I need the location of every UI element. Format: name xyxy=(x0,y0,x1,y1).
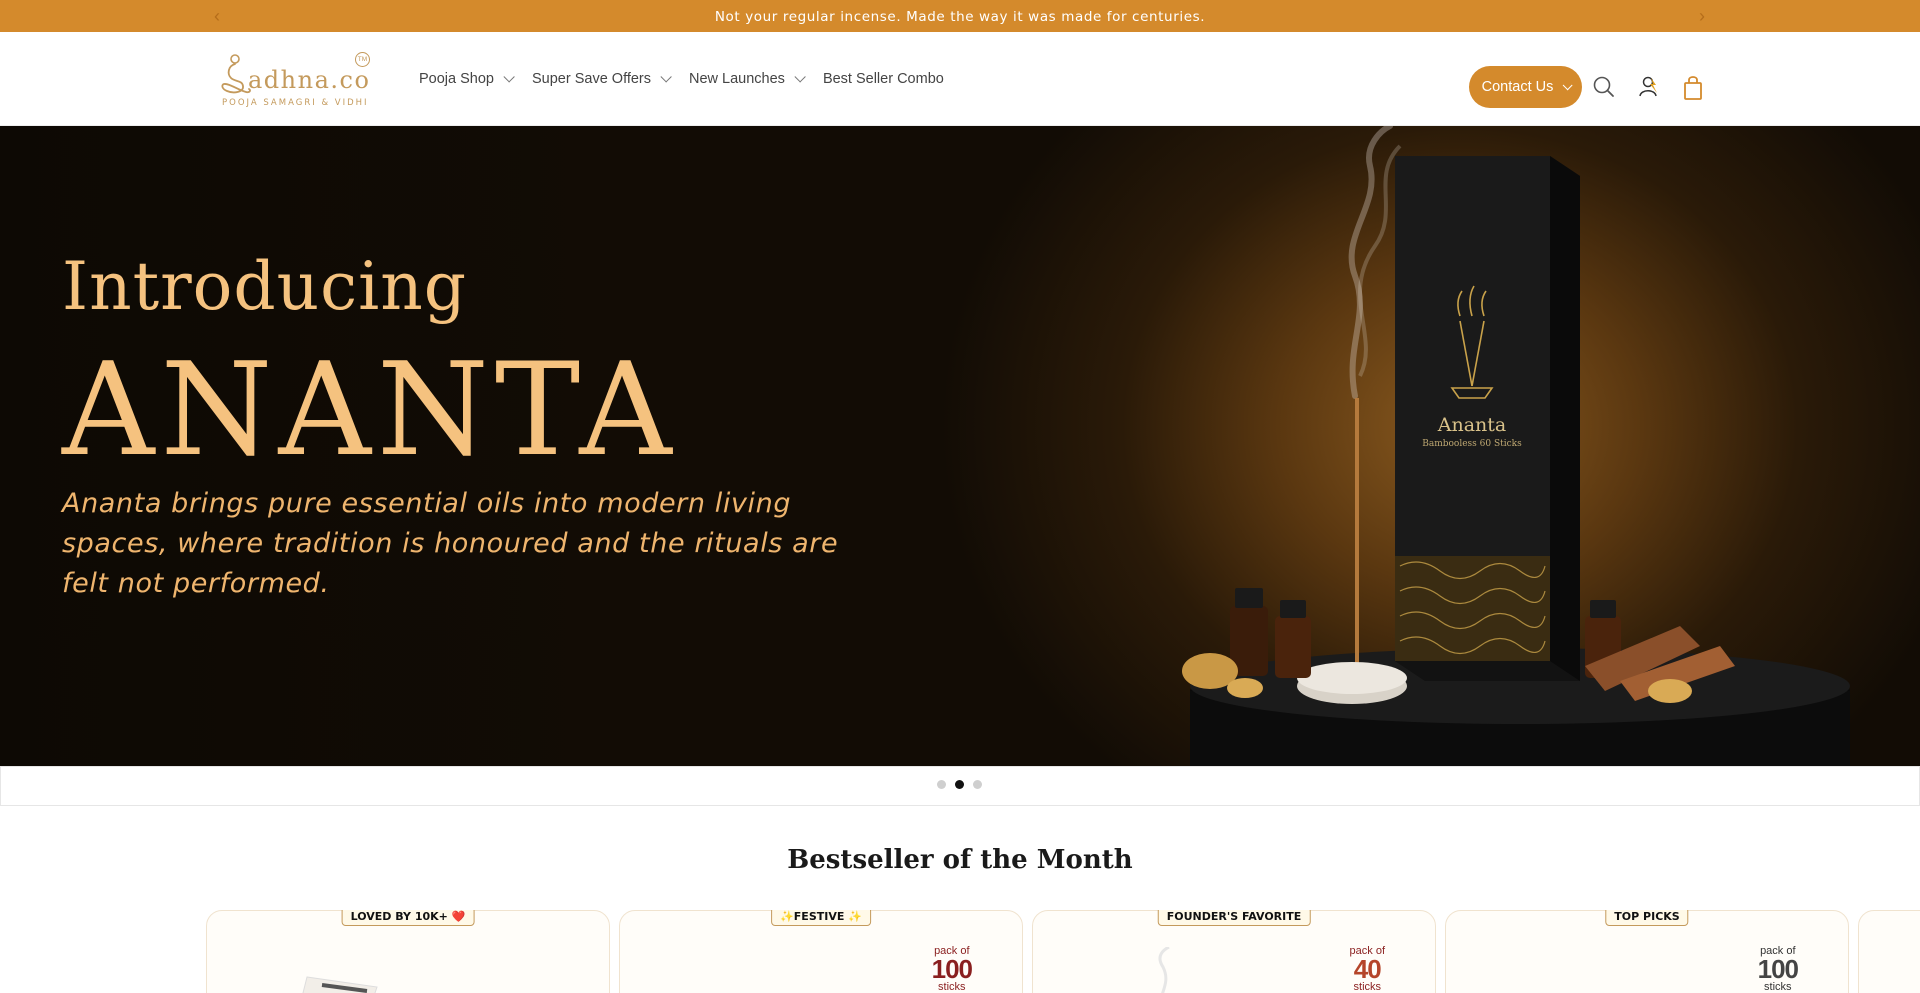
site-header: adhna.co TM POOJA SAMAGRI & VIDHI Pooja … xyxy=(0,32,1920,126)
pack-unit: sticks xyxy=(1764,981,1792,993)
announcement-next-arrow-icon[interactable]: › xyxy=(1692,6,1712,26)
cart-icon[interactable] xyxy=(1678,72,1708,102)
hero-intro: Introducing xyxy=(62,248,467,325)
product-image xyxy=(1158,947,1170,993)
product-badge: ✨FESTIVE ✨ xyxy=(771,910,871,926)
logo-trademark: TM xyxy=(355,52,370,67)
logo[interactable]: adhna.co TM POOJA SAMAGRI & VIDHI xyxy=(218,52,374,116)
search-icon[interactable] xyxy=(1589,72,1619,102)
pack-count: 100 xyxy=(1757,954,1799,984)
nav-item-label: Best Seller Combo xyxy=(822,71,944,87)
product-card[interactable]: LOVED BY 10K+ ❤️ S xyxy=(206,910,610,993)
nav-item-pooja-shop[interactable]: Pooja Shop xyxy=(419,71,515,87)
slider-pagination xyxy=(0,766,1920,806)
product-box-name: Ananta xyxy=(1437,414,1507,436)
nav-item-label: Pooja Shop xyxy=(419,71,494,87)
contact-us-label: Contact Us xyxy=(1481,79,1554,95)
pack-size: pack of 100 sticks xyxy=(931,945,973,993)
pack-count: 40 xyxy=(1353,954,1382,984)
hero-banner[interactable]: Ananta Bambooless 60 Sticks Introducing … xyxy=(0,126,1920,766)
hero-description: Ananta brings pure essential oils into m… xyxy=(62,488,839,599)
slider-dot-1[interactable] xyxy=(937,780,946,789)
nav-item-new-launches[interactable]: New Launches xyxy=(689,71,806,87)
slider-dot-3[interactable] xyxy=(973,780,982,789)
hero-title: ANANTA xyxy=(62,336,678,485)
pack-size: pack of 100 sticks xyxy=(1757,945,1799,993)
announcement-text: Not your regular incense. Made the way i… xyxy=(714,9,1206,25)
product-card[interactable]: TOP PICKS pack of 100 sticks xyxy=(1445,910,1849,993)
announcement-prev-arrow-icon[interactable]: ‹ xyxy=(207,6,227,26)
logo-tagline: POOJA SAMAGRI & VIDHI xyxy=(222,98,369,108)
slider-dots xyxy=(937,780,991,789)
section-title-bestsellers: Bestseller of the Month xyxy=(787,845,1133,875)
chevron-down-icon xyxy=(794,71,806,83)
product-card[interactable]: FOUNDER'S FAVORITE pack of 40 sticks xyxy=(1032,910,1436,993)
nav-item-super-save-offers[interactable]: Super Save Offers xyxy=(531,71,672,87)
chevron-down-icon xyxy=(1563,79,1573,90)
product-card[interactable]: ✨FESTIVE ✨ pack of 100 sticks xyxy=(619,910,1023,993)
nav-item-label: Super Save Offers xyxy=(531,71,652,87)
contact-us-button[interactable]: Contact Us xyxy=(1469,66,1582,108)
nav-item-best-seller-combo[interactable]: Best Seller Combo xyxy=(823,71,944,87)
pack-unit: sticks xyxy=(1353,981,1382,993)
product-box-subtitle: Bambooless 60 Sticks xyxy=(1422,439,1522,449)
chevron-down-icon xyxy=(660,71,672,83)
product-badge: FOUNDER'S FAVORITE xyxy=(1157,910,1311,926)
chevron-down-icon xyxy=(503,71,515,83)
pack-unit: sticks xyxy=(938,981,966,993)
account-icon[interactable] xyxy=(1634,72,1664,102)
product-badge: LOVED BY 10K+ ❤️ xyxy=(341,910,475,926)
hero-product-image: Ananta Bambooless 60 Sticks xyxy=(1182,126,1850,766)
logo-meditating-figure-icon xyxy=(221,54,251,94)
product-badge: TOP PICKS xyxy=(1605,910,1689,926)
bestseller-carousel: LOVED BY 10K+ ❤️ S ✨FESTIVE ✨ pack of 10… xyxy=(206,910,1920,993)
pack-size: pack of 40 sticks xyxy=(1350,945,1385,993)
pack-count: 100 xyxy=(931,954,973,984)
logo-wordmark: adhna.co xyxy=(248,66,371,94)
slider-dot-2[interactable] xyxy=(955,780,964,789)
product-image: S xyxy=(302,976,378,993)
product-card[interactable] xyxy=(1858,910,1920,993)
main-nav: Pooja Shop Super Save Offers New Launche… xyxy=(419,32,965,126)
nav-item-label: New Launches xyxy=(689,71,785,87)
announcement-bar: Not your regular incense. Made the way i… xyxy=(0,0,1920,32)
